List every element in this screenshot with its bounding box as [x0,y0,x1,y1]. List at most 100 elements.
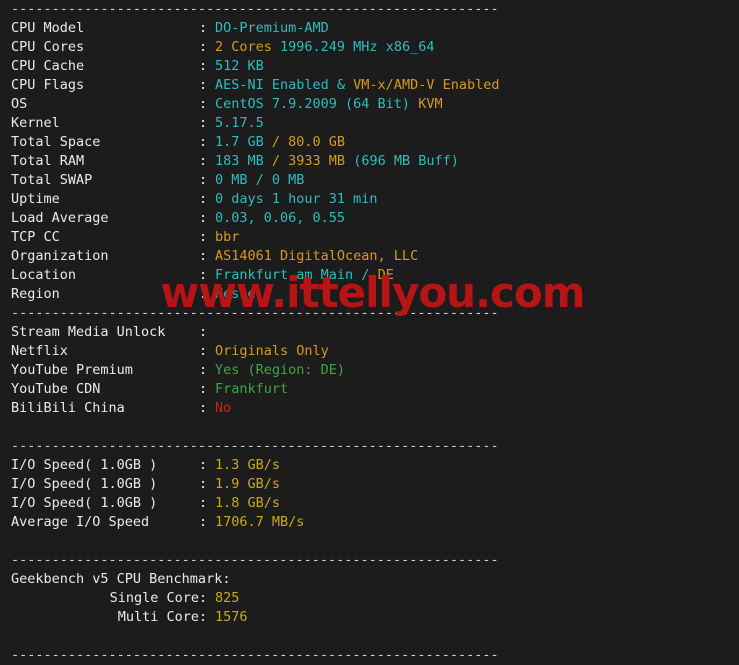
value-segment: 1706.7 MB/s [215,514,305,530]
separator-after-stream: ----------------------------------------… [11,438,499,454]
value-segment: 183 MB [215,153,272,169]
info-row-total-space: Total Space:1.7 GB / 80.0 GB [0,133,739,152]
info-row-region: Region: Hesse [0,285,739,304]
row-label: BiliBili China [11,400,125,416]
value-segment: AES-NI Enabled & [215,77,354,93]
value-segment: Frankfurt am Main / [215,267,378,283]
row-label: Uptime [11,191,60,207]
row-value: DO-Premium-AMD [215,20,329,36]
colon-glyph: : [199,495,208,511]
value-segment: 512 KB [215,58,264,74]
value-segment: Yes (Region: DE) [215,362,346,378]
colon-glyph: : [199,343,208,359]
info-row-kernel: Kernel:5.17.5 [0,114,739,133]
value-segment: 2 Cores [215,39,281,55]
geekbench-heading: Geekbench v5 CPU Benchmark: [11,571,231,587]
colon-glyph: : [199,514,208,530]
info-row-total-ram: Total RAM:183 MB / 3933 MB (696 MB Buff) [0,152,739,171]
row-label: CPU Cores [11,39,85,55]
colon-glyph: : [199,39,208,55]
row-value: Yes (Region: DE) [215,362,345,378]
info-row-total-swap: Total SWAP:0 MB / 0 MB [0,171,739,190]
io-row-3: Average I/O Speed:1706.7 MB/s [0,513,739,532]
row-value: 1.3 GB/s [215,457,280,473]
row-value: AS14061 DigitalOcean, LLC [215,248,418,264]
row-label: YouTube Premium [11,362,133,378]
row-label: YouTube CDN [11,381,101,397]
row-value: 0 MB / 0 MB [215,172,304,188]
row-label: Location [11,267,77,283]
row-label: Kernel [11,115,60,131]
colon-glyph: : [199,172,208,188]
colon-glyph: : [199,96,208,112]
row-label: TCP CC [11,229,60,245]
row-label: Single Core [109,590,199,606]
row-value: 512 KB [215,58,264,74]
row-value: CentOS 7.9.2009 (64 Bit) KVM [215,96,443,112]
stream-media-block: Netflix: Originals Only YouTube Premium: Ye… [0,342,739,418]
separator-bottom: ----------------------------------------… [11,647,499,663]
colon-glyph: : [199,286,208,302]
stream-media-heading-label: Stream Media Unlock [11,324,166,340]
info-row-cpu-model: CPU Model: DO-Premium-AMD [0,19,739,38]
stream-media-heading: Stream Media Unlock: [0,323,739,342]
row-label: CPU Flags [11,77,85,93]
info-row-tcp-cc: TCP CC: bbr [0,228,739,247]
colon-glyph: : [199,210,208,226]
value-segment: / 80.0 GB [271,134,346,150]
row-value: 1.9 GB/s [215,476,280,492]
stream-row-netflix: Netflix: Originals Only [0,342,739,361]
row-label: Multi Core [117,609,199,625]
row-value: 1706.7 MB/s [215,514,304,530]
stream-row-youtube-premium: YouTube Premium: Yes (Region: DE) [0,361,739,380]
info-row-cpu-flags: CPU Flags: AES-NI Enabled & VM-x/AMD-V En… [0,76,739,95]
colon-glyph: : [199,457,208,473]
info-row-load-average: Load Average:0.03, 0.06, 0.55 [0,209,739,228]
separator-after-io: ----------------------------------------… [11,552,499,568]
value-segment: Originals Only [215,343,329,359]
row-value: 1576 [215,609,248,625]
value-segment: AS14061 DigitalOcean, LLC [215,248,419,264]
value-segment: 825 [215,590,240,606]
value-segment: 1.9 GB/s [215,476,281,492]
value-segment: 0 MB / 0 MB [215,172,305,188]
colon-glyph: : [199,77,208,93]
row-label: Average I/O Speed [11,514,150,530]
row-value: Originals Only [215,343,329,359]
io-speed-block: I/O Speed( 1.0GB ):1.3 GB/s I/O Speed( 1.… [0,456,739,532]
colon-glyph: : [199,191,208,207]
value-segment: bbr [215,229,240,245]
info-row-cpu-cache: CPU Cache:512 KB [0,57,739,76]
value-segment: 1996.249 MHz x86_64 [280,39,435,55]
colon-glyph: : [199,229,208,245]
row-label: Region [11,286,60,302]
info-row-location: Location: Frankfurt am Main / DE [0,266,739,285]
colon-glyph: : [199,134,208,150]
value-segment: 0 days 1 hour 31 min [215,191,378,207]
value-segment: 1.8 GB/s [215,495,281,511]
row-value: Frankfurt am Main / DE [215,267,394,283]
value-segment: 1.7 GB [215,134,272,150]
value-segment: DO-Premium-AMD [215,20,329,36]
row-label: Netflix [11,343,68,359]
value-segment: / 3933 MB [271,153,354,169]
terminal-output: ----------------------------------------… [0,0,739,663]
row-value: Hesse [215,286,256,302]
info-row-os: OS: CentOS 7.9.2009 (64 Bit) KVM [0,95,739,114]
geekbench-row-single-core: Single Core: 825 [0,589,739,608]
geekbench-row-multi-core: Multi Core: 1576 [0,608,739,627]
info-row-cpu-cores: CPU Cores:2 Cores 1996.249 MHz x86_64 [0,38,739,57]
value-segment: 5.17.5 [215,115,264,131]
row-value: 1.7 GB / 80.0 GB [215,134,345,150]
row-label: I/O Speed( 1.0GB ) [11,495,158,511]
colon-glyph: : [199,400,208,416]
row-label: Total Space [11,134,101,150]
stream-row-youtube-cdn: YouTube CDN: Frankfurt [0,380,739,399]
row-value: 2 Cores 1996.249 MHz x86_64 [215,39,434,55]
value-segment: Hesse [215,286,256,302]
value-segment: No [215,400,232,416]
row-value: Frankfurt [215,381,288,397]
colon-glyph: : [199,476,208,492]
separator-top: ----------------------------------------… [11,1,499,17]
